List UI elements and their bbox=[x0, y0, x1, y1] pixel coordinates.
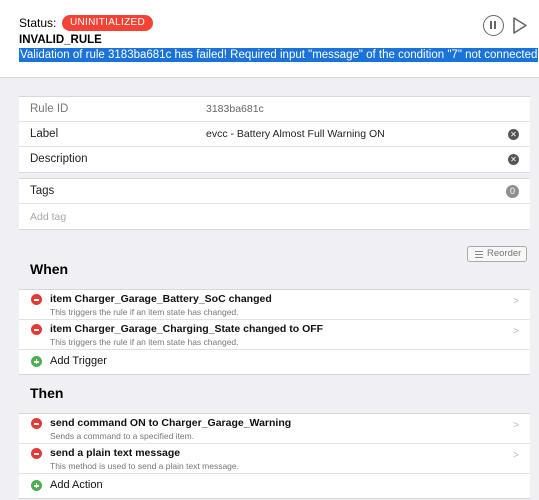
play-icon[interactable] bbox=[512, 16, 528, 35]
rule-details-list: Rule ID 3183ba681c Label evcc - Battery … bbox=[19, 96, 530, 173]
trigger-title: item Charger_Garage_Battery_SoC changed bbox=[50, 293, 272, 305]
chevron-right-icon: > bbox=[513, 450, 519, 461]
label-field[interactable]: evcc - Battery Almost Full Warning ON bbox=[206, 128, 385, 140]
action-title: send a plain text message bbox=[50, 447, 181, 459]
status-badge: UNINITIALIZED bbox=[62, 15, 154, 31]
label-row[interactable]: Label evcc - Battery Almost Full Warning… bbox=[19, 122, 530, 147]
then-section-title: Then bbox=[30, 385, 64, 401]
status-label: Status: bbox=[19, 16, 57, 30]
status-message[interactable]: Validation of rule 3183ba681c has failed… bbox=[19, 48, 539, 62]
action-title: send command ON to Charger_Garage_Warnin… bbox=[50, 417, 292, 429]
tags-count-badge: 0 bbox=[506, 185, 519, 198]
rule-id-row: Rule ID 3183ba681c bbox=[19, 97, 530, 122]
action-item[interactable]: send command ON to Charger_Garage_Warnin… bbox=[19, 414, 530, 444]
when-section-title: When bbox=[30, 261, 69, 277]
status-panel: Status: UNINITIALIZED INVALID_RULE Valid… bbox=[0, 0, 539, 78]
add-trigger-label: Add Trigger bbox=[50, 355, 107, 367]
remove-icon[interactable] bbox=[31, 418, 42, 429]
action-description: This method is used to send a plain text… bbox=[50, 461, 239, 471]
tags-label: Tags bbox=[30, 185, 55, 197]
trigger-item[interactable]: item Charger_Garage_Charging_State chang… bbox=[19, 320, 530, 350]
add-tag-row[interactable]: Add tag bbox=[19, 204, 530, 229]
description-field-label: Description bbox=[30, 153, 88, 165]
remove-icon[interactable] bbox=[31, 448, 42, 459]
reorder-label: Reorder bbox=[487, 248, 522, 259]
description-row[interactable]: Description ✕ bbox=[19, 147, 530, 172]
chevron-right-icon: > bbox=[513, 326, 519, 337]
tags-row: Tags 0 bbox=[19, 179, 530, 204]
chevron-right-icon: > bbox=[513, 420, 519, 431]
action-description: Sends a command to a specified item. bbox=[50, 431, 195, 441]
tags-list: Tags 0 Add tag bbox=[19, 178, 530, 230]
rule-id-value: 3183ba681c bbox=[206, 103, 264, 115]
trigger-description: This triggers the rule if an item state … bbox=[50, 337, 239, 347]
reorder-icon bbox=[475, 251, 483, 258]
rule-id-label: Rule ID bbox=[30, 103, 69, 115]
label-field-label: Label bbox=[30, 128, 59, 140]
pause-circle-icon[interactable] bbox=[483, 15, 504, 36]
remove-icon[interactable] bbox=[31, 324, 42, 335]
clear-label-icon[interactable]: ✕ bbox=[508, 129, 519, 140]
add-trigger-row[interactable]: Add Trigger bbox=[19, 350, 530, 374]
chevron-right-icon: > bbox=[513, 296, 519, 307]
action-item[interactable]: send a plain text message This method is… bbox=[19, 444, 530, 474]
remove-icon[interactable] bbox=[31, 294, 42, 305]
trigger-description: This triggers the rule if an item state … bbox=[50, 307, 239, 317]
reorder-button[interactable]: Reorder bbox=[467, 246, 527, 262]
add-icon[interactable] bbox=[31, 480, 42, 491]
triggers-list: item Charger_Garage_Battery_SoC changed … bbox=[19, 289, 530, 375]
status-detail: INVALID_RULE bbox=[19, 34, 102, 46]
add-tag-input[interactable]: Add tag bbox=[30, 211, 66, 223]
actions-list: send command ON to Charger_Garage_Warnin… bbox=[19, 413, 530, 499]
clear-description-icon[interactable]: ✕ bbox=[508, 154, 519, 165]
add-icon[interactable] bbox=[31, 356, 42, 367]
trigger-title: item Charger_Garage_Charging_State chang… bbox=[50, 323, 324, 335]
trigger-item[interactable]: item Charger_Garage_Battery_SoC changed … bbox=[19, 290, 530, 320]
add-action-row[interactable]: Add Action bbox=[19, 474, 530, 498]
add-action-label: Add Action bbox=[50, 479, 103, 491]
